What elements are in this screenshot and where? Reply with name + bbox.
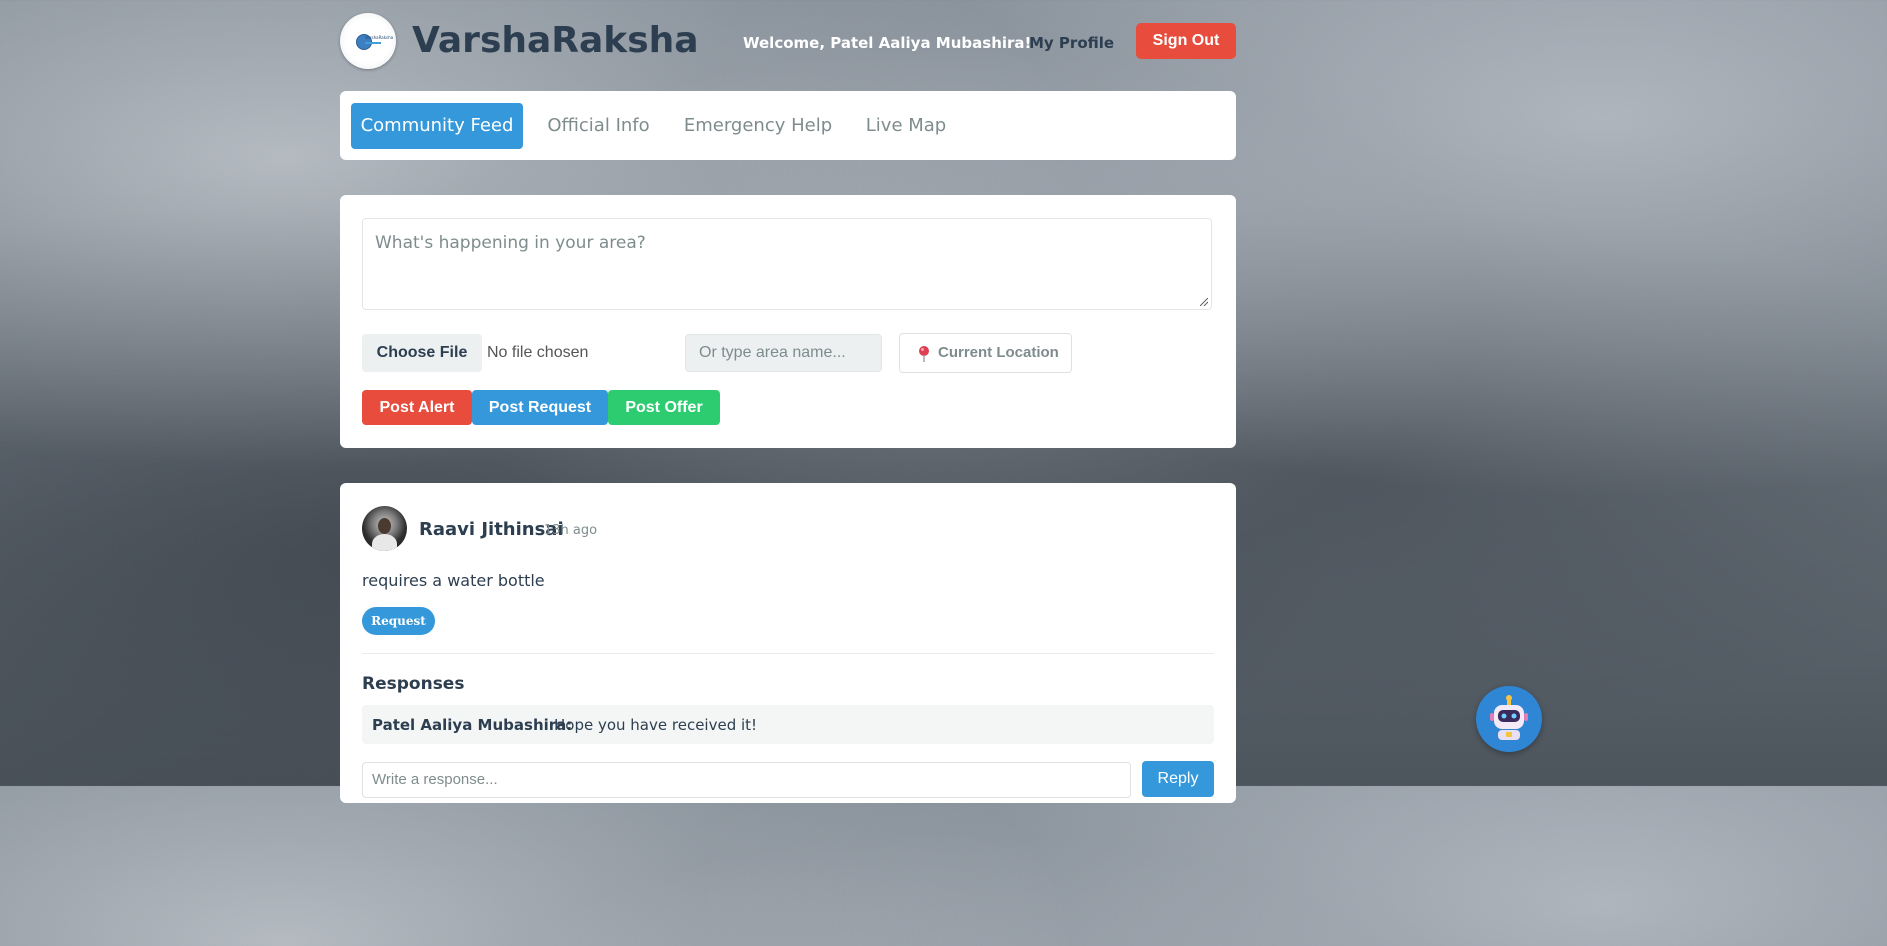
robot-icon (1490, 695, 1528, 740)
response-author: Patel Aaliya Mubashira: (372, 716, 573, 734)
tab-official-info[interactable]: Official Info (537, 103, 660, 149)
post-composer: What's happening in your area? Choose Fi… (340, 195, 1236, 448)
tab-community-feed[interactable]: Community Feed (351, 103, 523, 149)
choose-file-button[interactable]: Choose File (362, 334, 482, 372)
brand-title: VarshaRaksha (412, 20, 699, 61)
tab-live-map[interactable]: Live Map (856, 103, 956, 149)
current-location-button[interactable]: Current Location (899, 333, 1072, 373)
avatar-shirt (372, 534, 397, 551)
tab-emergency-help[interactable]: Emergency Help (678, 103, 838, 149)
responses-heading: Responses (362, 674, 465, 694)
post-timestamp: 13h ago (544, 523, 598, 538)
logo-underline (365, 42, 381, 44)
response-input-placeholder: Write a response... (372, 771, 498, 788)
post-divider (362, 653, 1214, 654)
main-nav-tabs: Community Feed Official Info Emergency H… (340, 91, 1236, 160)
resize-handle-icon[interactable] (1200, 298, 1208, 306)
response-input[interactable]: Write a response... (362, 762, 1131, 798)
area-name-input[interactable]: Or type area name... (685, 334, 882, 372)
author-avatar[interactable] (362, 506, 407, 551)
post-author-name[interactable]: Raavi Jithinsai (419, 519, 564, 540)
logo-text: VarshaRaksha (365, 35, 394, 40)
my-profile-link[interactable]: My Profile (1029, 34, 1114, 52)
welcome-message: Welcome, Patel Aaliya Mubashira! (743, 34, 1032, 52)
reply-button[interactable]: Reply (1142, 761, 1214, 797)
response-text: Hope you have received it! (554, 716, 758, 734)
feed-post: Raavi Jithinsai 13h ago requires a water… (340, 483, 1236, 803)
post-textarea-placeholder: What's happening in your area? (375, 233, 646, 253)
sign-out-button[interactable]: Sign Out (1136, 23, 1236, 59)
post-textarea[interactable]: What's happening in your area? (362, 218, 1212, 310)
post-content: requires a water bottle (362, 571, 545, 590)
app-logo[interactable]: VarshaRaksha (340, 13, 396, 69)
post-request-button[interactable]: Post Request (472, 390, 608, 425)
map-pin-icon (919, 346, 929, 362)
post-offer-button[interactable]: Post Offer (608, 390, 720, 425)
top-header: VarshaRaksha VarshaRaksha Welcome, Patel… (340, 12, 1236, 72)
avatar-head (378, 518, 391, 534)
current-location-label: Current Location (938, 344, 1059, 361)
post-alert-button[interactable]: Post Alert (362, 390, 472, 425)
post-type-badge: Request (362, 607, 435, 635)
area-name-placeholder: Or type area name... (699, 344, 846, 361)
chatbot-button[interactable] (1476, 686, 1542, 752)
response-item: Patel Aaliya Mubashira: Hope you have re… (362, 705, 1214, 744)
file-status-text: No file chosen (487, 344, 589, 361)
